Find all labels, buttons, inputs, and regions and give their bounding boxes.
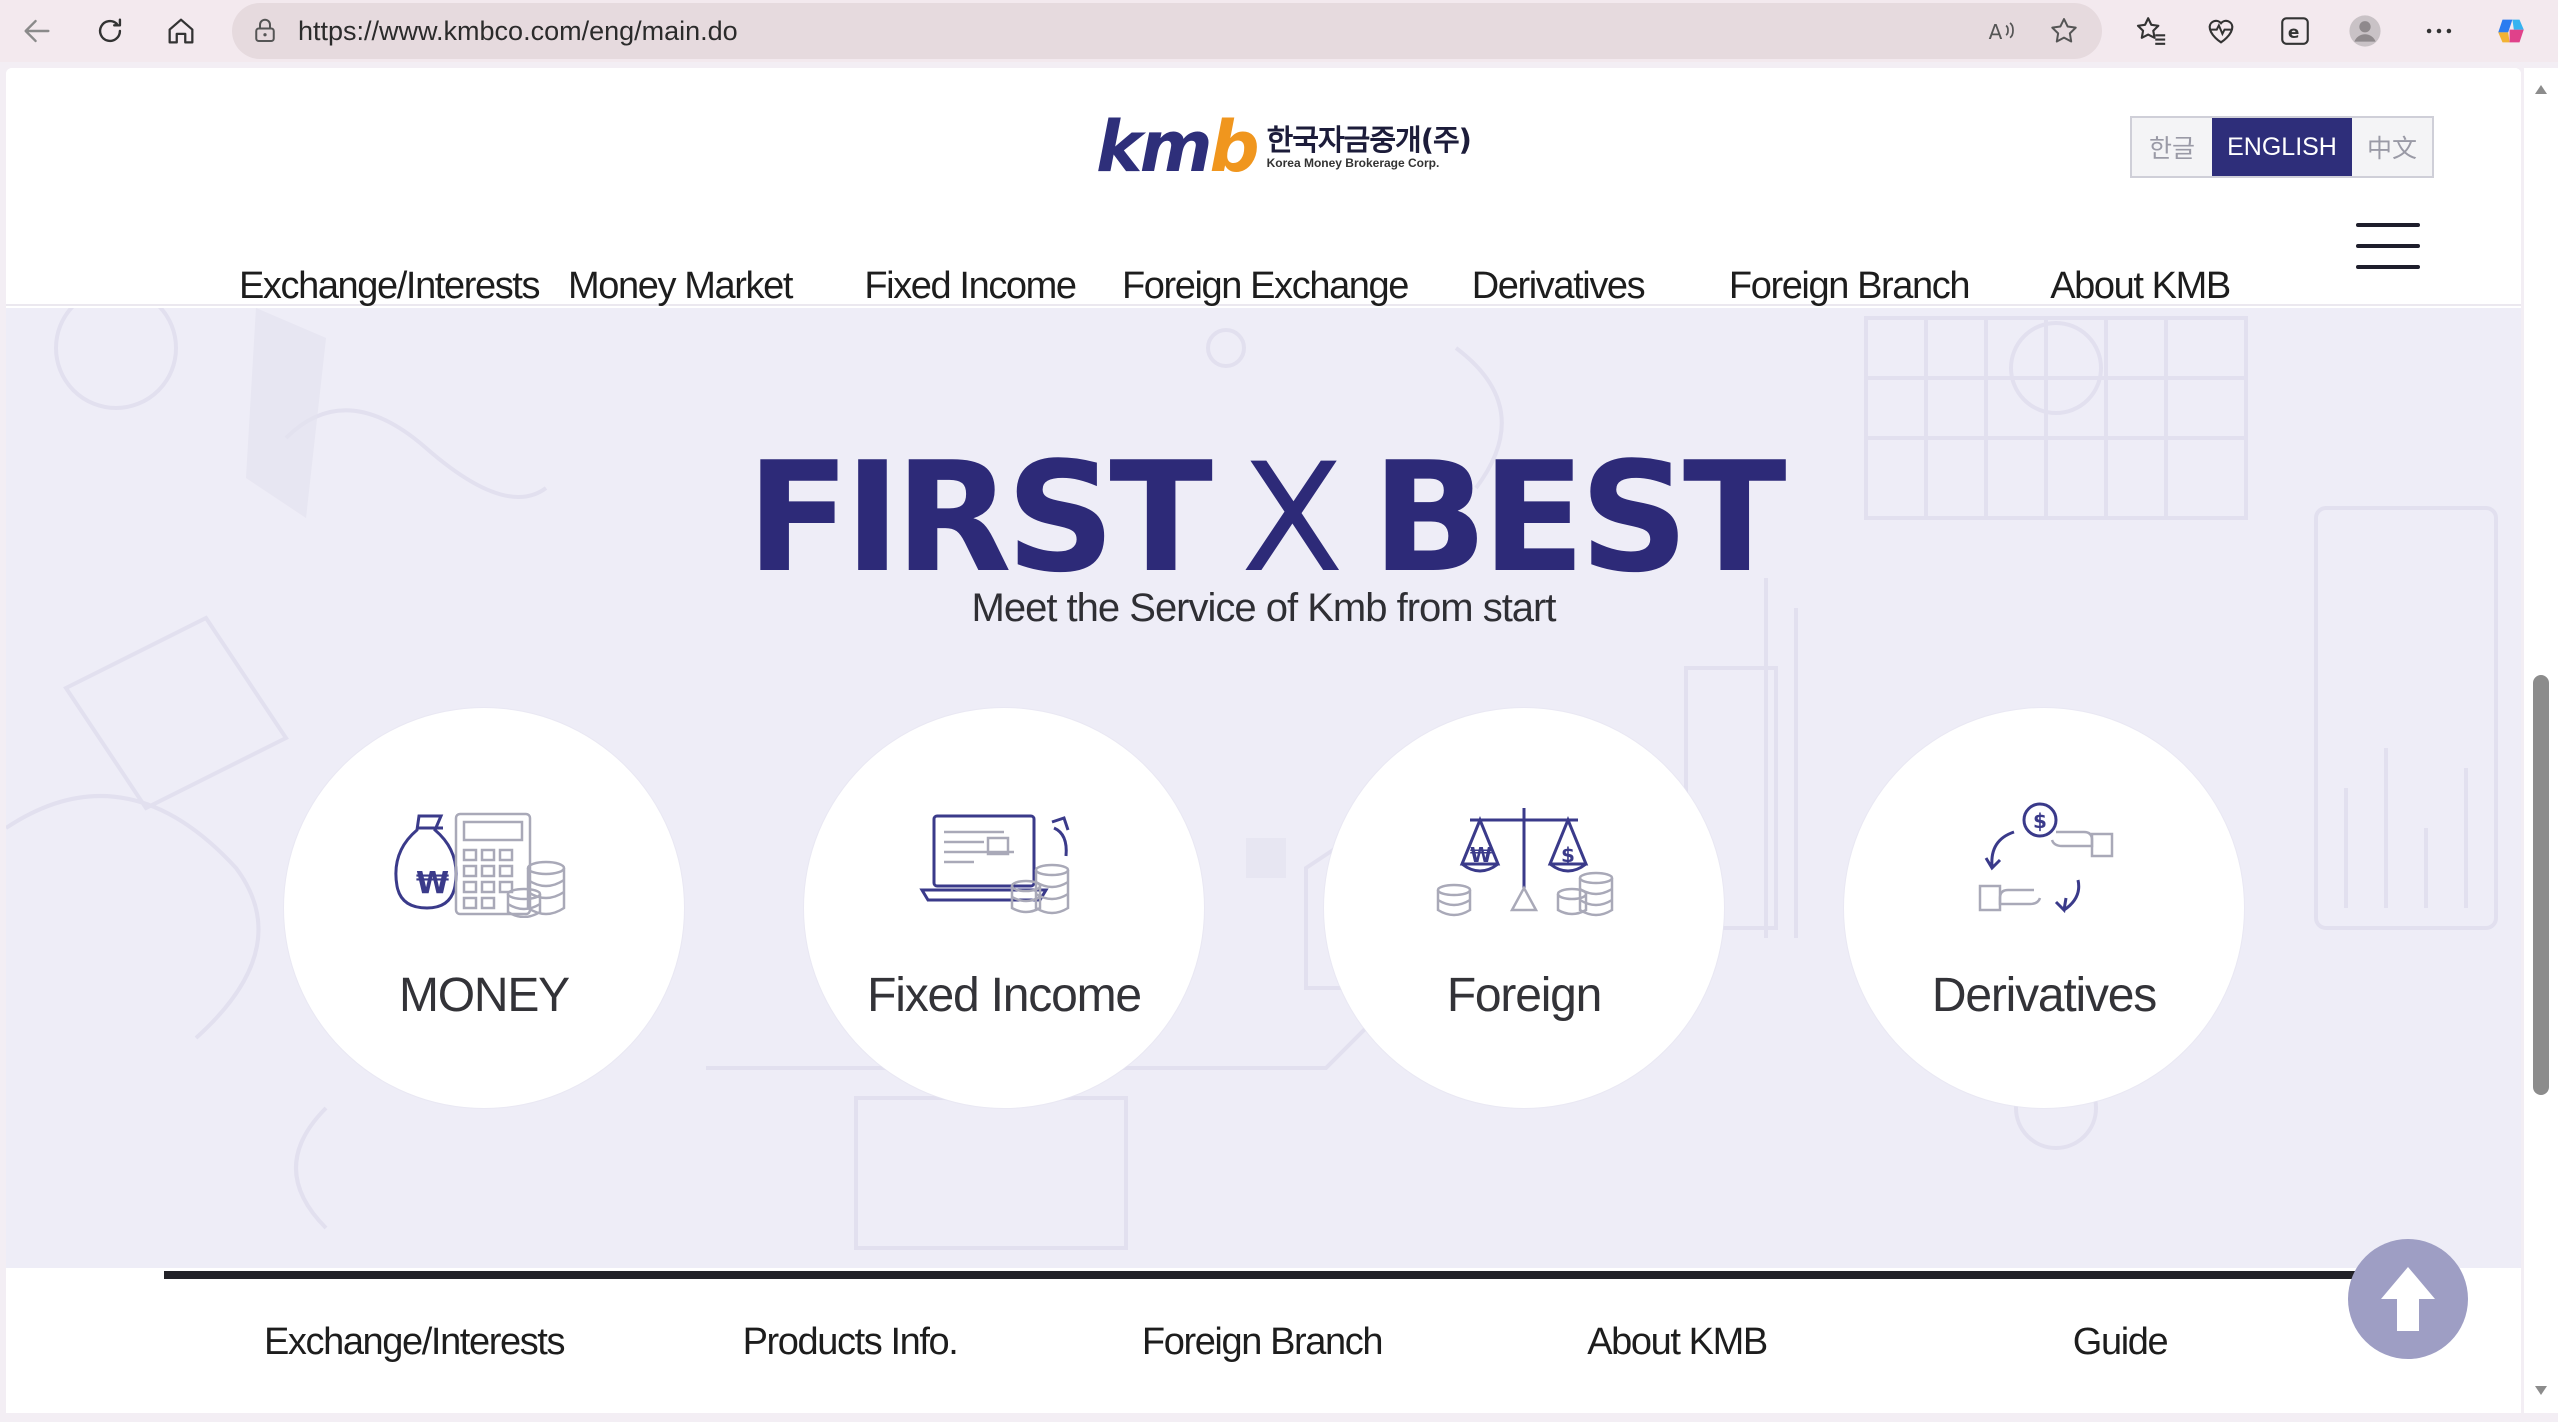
nav-foreign-exchange[interactable]: Foreign Exchange [1122, 264, 1409, 308]
service-foreign-label: Foreign [1446, 969, 1603, 1022]
logo-letter-m: m [1139, 106, 1213, 188]
footer-divider [164, 1271, 2364, 1279]
hero-title-first: FIRST [746, 429, 1213, 606]
logo-letter-k: k [1096, 106, 1143, 188]
more-dots-icon [2426, 28, 2452, 34]
page-viewport: kmb 한국자금중개(주) Korea Money Brokerage Corp… [6, 68, 2521, 1413]
service-money-label: MONEY [398, 969, 570, 1022]
back-arrow-icon [24, 19, 50, 43]
site-header: kmb 한국자금중개(주) Korea Money Brokerage Corp… [6, 68, 2521, 307]
svg-text:₩: ₩ [1470, 843, 1492, 867]
copilot-icon [2498, 19, 2524, 43]
scroll-down-arrow-icon[interactable] [2533, 1382, 2549, 1398]
money-bag-calculator-icon: ₩ [394, 812, 566, 918]
service-money-card[interactable]: ₩ MONEY [284, 708, 684, 1108]
balance-scale-icon: ₩ $ [1436, 808, 1614, 917]
lang-chinese-button[interactable]: 中文 [2352, 118, 2432, 176]
nav-foreign-branch[interactable]: Foreign Branch [1729, 264, 1971, 308]
copilot-button[interactable] [2488, 8, 2534, 54]
service-foreign-card[interactable]: ₩ $ Foreign [1324, 708, 1724, 1108]
scrollbar-thumb[interactable] [2533, 675, 2549, 1095]
heart-pulse-icon [2208, 19, 2234, 44]
svg-text:$: $ [1561, 843, 1575, 867]
browser-toolbar: https://www.kmbco.com/eng/main.do A e [0, 0, 2558, 62]
browser-essentials-button[interactable] [2198, 8, 2244, 54]
nav-exchange-interests[interactable]: Exchange/Interests [239, 264, 541, 308]
read-aloud-icon[interactable]: A [1986, 15, 2018, 47]
hero-title-best: BEST [1371, 429, 1787, 606]
svg-text:e: e [2288, 23, 2300, 43]
favorites-button[interactable] [2128, 8, 2174, 54]
lang-korean-button[interactable]: 한글 [2132, 118, 2212, 176]
lang-english-button[interactable]: ENGLISH [2212, 118, 2352, 176]
lock-icon[interactable] [250, 16, 280, 46]
favorites-list-icon [2136, 17, 2166, 45]
logo-letter-b: b [1209, 106, 1260, 188]
url-text[interactable]: https://www.kmbco.com/eng/main.do [298, 15, 738, 47]
logo-korean-name: 한국자금중개(주) [1266, 123, 1472, 157]
footer-link-products-info[interactable]: Products Info. [743, 1321, 959, 1364]
avatar-icon [2349, 15, 2381, 47]
main-nav: Exchange/Interests Money Market Fixed In… [6, 264, 2521, 314]
footer-link-about-kmb[interactable]: About KMB [1587, 1321, 1768, 1364]
footer-link-exchange-interests[interactable]: Exchange/Interests [264, 1321, 566, 1364]
menu-hamburger-icon[interactable] [2356, 221, 2420, 271]
language-switcher: 한글 ENGLISH 中文 [2130, 116, 2434, 178]
logo-mark: kmb [1096, 112, 1260, 182]
service-derivatives-label: Derivatives [1931, 969, 2157, 1022]
refresh-icon [98, 18, 122, 43]
kmb-logo[interactable]: kmb 한국자금중개(주) Korea Money Brokerage Corp… [1096, 112, 1472, 182]
logo-wordmark: 한국자금중개(주) Korea Money Brokerage Corp. [1266, 123, 1472, 170]
hero-title-x: X [1240, 432, 1344, 606]
hero-subtitle: Meet the Service of Kmb from start [971, 586, 1557, 630]
home-icon [168, 18, 194, 44]
laptop-coins-icon [919, 814, 1070, 915]
page-scrollbar[interactable] [2524, 68, 2558, 1413]
service-fixed-income-card[interactable]: Fixed Income [804, 708, 1204, 1108]
logo-english-name: Korea Money Brokerage Corp. [1266, 156, 1440, 170]
footer-link-foreign-branch[interactable]: Foreign Branch [1142, 1321, 1384, 1364]
refresh-button[interactable] [85, 6, 135, 56]
svg-text:$: $ [2033, 809, 2047, 833]
service-derivatives-card[interactable]: $ Derivatives [1844, 708, 2244, 1108]
favorite-star-icon[interactable] [2048, 15, 2080, 47]
currency-exchange-hands-icon: $ [1978, 802, 2114, 914]
hero-section: FIRST X BEST Meet the Service of Kmb from … [6, 308, 2521, 1268]
ie-mode-icon: e [2281, 17, 2309, 45]
nav-about-kmb[interactable]: About KMB [2050, 264, 2231, 308]
profile-button[interactable] [2342, 8, 2388, 54]
home-button[interactable] [156, 6, 206, 56]
nav-fixed-income[interactable]: Fixed Income [864, 264, 1077, 308]
footer-quick-links: Exchange/Interests Products Info. Foreig… [6, 1276, 2521, 1413]
nav-derivatives[interactable]: Derivatives [1472, 264, 1646, 308]
ie-mode-button[interactable]: e [2272, 8, 2318, 54]
arrow-up-icon [2381, 1267, 2435, 1331]
back-button[interactable] [12, 6, 62, 56]
nav-money-market[interactable]: Money Market [568, 264, 793, 308]
more-options-button[interactable] [2416, 8, 2462, 54]
service-fixed-income-label: Fixed Income [867, 969, 1142, 1022]
footer-link-guide[interactable]: Guide [2073, 1321, 2169, 1364]
svg-text:₩: ₩ [416, 866, 449, 901]
scroll-to-top-button[interactable] [2348, 1239, 2468, 1359]
address-bar[interactable]: https://www.kmbco.com/eng/main.do A [232, 3, 2102, 59]
svg-text:A: A [1989, 20, 2003, 44]
hero-title: FIRST X BEST [6, 438, 2521, 600]
scroll-up-arrow-icon[interactable] [2533, 82, 2549, 98]
